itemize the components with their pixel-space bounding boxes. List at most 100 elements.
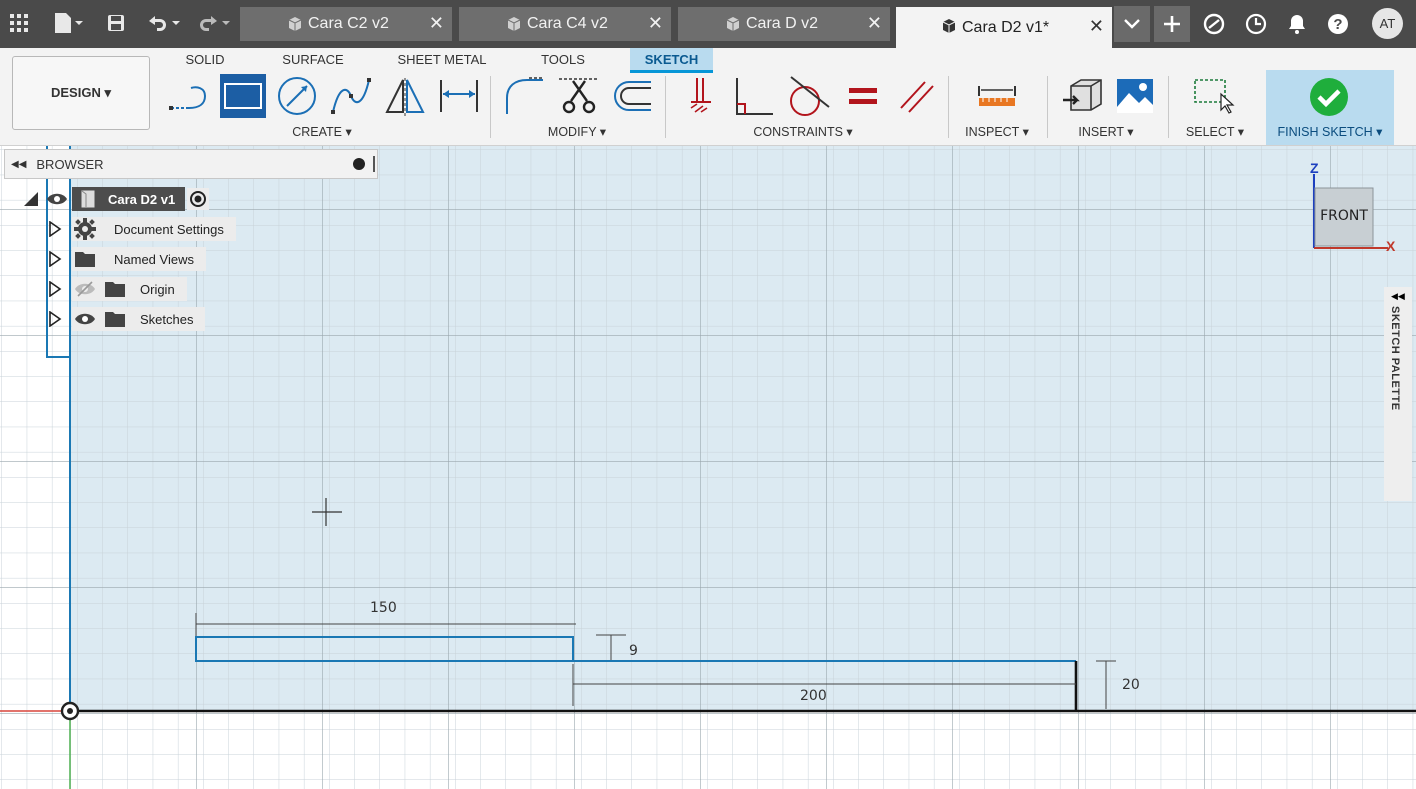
sketch-dimension-tool-icon[interactable] xyxy=(436,74,482,118)
tab-sheet-metal[interactable]: SHEET METAL xyxy=(394,48,490,70)
tab-tools[interactable]: TOOLS xyxy=(534,48,592,70)
eye-icon[interactable] xyxy=(74,311,96,327)
document-icon xyxy=(81,190,95,208)
browser-root-node[interactable]: Cara D2 v1 xyxy=(22,187,210,211)
resize-handle[interactable] xyxy=(373,156,375,172)
expand-arrow-icon[interactable] xyxy=(48,251,62,267)
svg-text:?: ? xyxy=(1333,16,1342,33)
insert-menu[interactable]: INSERT ▾ xyxy=(1074,124,1138,139)
browser-item-label: Document Settings xyxy=(114,221,224,237)
tangent-constraint-icon[interactable] xyxy=(786,74,832,118)
browser-title: BROWSER xyxy=(36,156,104,172)
undo-icon[interactable] xyxy=(144,6,184,40)
component-icon xyxy=(942,19,956,33)
tab-surface[interactable]: SURFACE xyxy=(277,48,349,70)
activate-radio-icon[interactable] xyxy=(187,188,210,210)
line-tool-icon[interactable] xyxy=(166,74,212,118)
parallel-constraint-icon[interactable] xyxy=(894,74,940,118)
modify-menu[interactable]: MODIFY ▾ xyxy=(545,124,609,139)
fillet-tool-icon[interactable] xyxy=(502,74,548,118)
dimension-20[interactable]: 20 xyxy=(1122,677,1140,693)
circle-tool-icon[interactable] xyxy=(274,74,320,118)
dimension-9[interactable]: 9 xyxy=(629,643,638,659)
browser-node-sketches[interactable]: Sketches xyxy=(48,307,206,331)
tabs-dropdown-icon[interactable] xyxy=(1114,6,1150,42)
eye-icon[interactable] xyxy=(46,191,68,207)
gear-icon xyxy=(74,218,96,240)
pin-icon[interactable] xyxy=(353,158,365,170)
view-cube-face-front[interactable]: FRONT xyxy=(1315,208,1373,224)
close-icon[interactable]: ✕ xyxy=(429,13,444,34)
dimension-200[interactable]: 200 xyxy=(800,688,827,704)
component-icon xyxy=(507,17,521,31)
insert-image-icon[interactable] xyxy=(1112,74,1158,118)
coincident-constraint-icon[interactable] xyxy=(678,74,724,118)
close-icon[interactable]: ✕ xyxy=(648,13,663,34)
inspect-menu[interactable]: INSPECT ▾ xyxy=(962,124,1032,139)
rectangle-tool-icon[interactable] xyxy=(220,74,266,118)
mirror-tool-icon[interactable] xyxy=(382,74,428,118)
equal-constraint-icon[interactable] xyxy=(840,74,886,118)
tab-sketch[interactable]: SKETCH xyxy=(630,48,713,73)
measure-tool-icon[interactable] xyxy=(974,74,1020,118)
eye-hidden-icon[interactable] xyxy=(74,281,96,297)
expand-arrow-icon[interactable] xyxy=(48,281,62,297)
avatar[interactable]: AT xyxy=(1372,8,1403,39)
new-tab-icon[interactable] xyxy=(1154,6,1190,42)
axis-z-label: Z xyxy=(1310,160,1319,176)
tab-cara-d[interactable]: Cara D v2 ✕ xyxy=(678,7,890,41)
component-icon xyxy=(288,17,302,31)
bell-icon[interactable] xyxy=(1279,6,1315,42)
expand-panel-icon[interactable]: ◀◀ xyxy=(1391,291,1405,302)
sketch-canvas[interactable] xyxy=(0,146,1416,789)
create-menu[interactable]: CREATE ▾ xyxy=(290,124,354,139)
browser-item-label: Origin xyxy=(140,281,175,297)
help-icon[interactable]: ? xyxy=(1320,6,1356,42)
toolbar-ribbon: DESIGN ▾ SOLID SURFACE SHEET METAL TOOLS… xyxy=(0,48,1416,146)
perpendicular-constraint-icon[interactable] xyxy=(732,74,778,118)
sketch-grid xyxy=(0,146,1416,789)
save-icon[interactable] xyxy=(104,6,128,40)
browser-node-named-views[interactable]: Named Views xyxy=(48,247,206,271)
job-status-icon[interactable] xyxy=(1196,6,1232,42)
browser-node-origin[interactable]: Origin xyxy=(48,277,187,301)
folder-icon xyxy=(75,252,95,267)
browser-item-label: Named Views xyxy=(114,251,194,267)
dimension-150[interactable]: 150 xyxy=(370,600,397,616)
clock-icon[interactable] xyxy=(1238,6,1274,42)
trim-tool-icon[interactable] xyxy=(556,74,602,118)
title-bar: Cara C2 v2 ✕ Cara C4 v2 ✕ Cara D v2 ✕ Ca… xyxy=(0,0,1416,48)
tab-solid[interactable]: SOLID xyxy=(178,48,232,70)
select-window-icon[interactable] xyxy=(1190,74,1236,118)
sketch-palette-label: SKETCH PALETTE xyxy=(1389,306,1401,411)
workspace-switcher-button[interactable]: DESIGN ▾ xyxy=(12,56,150,130)
finish-sketch-label[interactable]: FINISH SKETCH ▾ xyxy=(1270,124,1390,139)
collapse-panel-icon[interactable]: ◀◀ xyxy=(11,159,26,170)
toolbar-separator xyxy=(665,76,666,138)
expand-arrow-icon[interactable] xyxy=(48,311,62,327)
folder-icon xyxy=(105,312,125,327)
browser-root-label: Cara D2 v1 xyxy=(72,187,186,211)
collapse-triangle-icon[interactable] xyxy=(22,190,40,208)
toolbar-separator xyxy=(1047,76,1048,138)
redo-icon[interactable] xyxy=(194,6,234,40)
tab-cara-c4[interactable]: Cara C4 v2 ✕ xyxy=(459,7,671,41)
tab-label: Cara C2 v2 xyxy=(308,15,389,32)
insert-derive-icon[interactable] xyxy=(1060,74,1106,118)
select-menu[interactable]: SELECT ▾ xyxy=(1182,124,1248,139)
browser-panel-header[interactable]: ◀◀ BROWSER xyxy=(4,149,378,179)
app-grid-icon[interactable] xyxy=(6,6,32,40)
file-menu-icon[interactable] xyxy=(48,6,88,40)
close-icon[interactable]: ✕ xyxy=(1089,16,1104,37)
expand-arrow-icon[interactable] xyxy=(48,221,62,237)
toolbar-separator xyxy=(948,76,949,138)
browser-node-document-settings[interactable]: Document Settings xyxy=(48,217,236,241)
tab-label: Cara C4 v2 xyxy=(527,15,608,32)
offset-tool-icon[interactable] xyxy=(610,74,656,118)
constraints-menu[interactable]: CONSTRAINTS ▾ xyxy=(748,124,858,139)
tab-cara-c2[interactable]: Cara C2 v2 ✕ xyxy=(240,7,452,41)
tab-cara-d2[interactable]: Cara D2 v1* ✕ xyxy=(896,7,1112,48)
view-cube[interactable]: Z X FRONT xyxy=(1300,158,1400,258)
spline-tool-icon[interactable] xyxy=(328,74,374,118)
close-icon[interactable]: ✕ xyxy=(867,13,882,34)
